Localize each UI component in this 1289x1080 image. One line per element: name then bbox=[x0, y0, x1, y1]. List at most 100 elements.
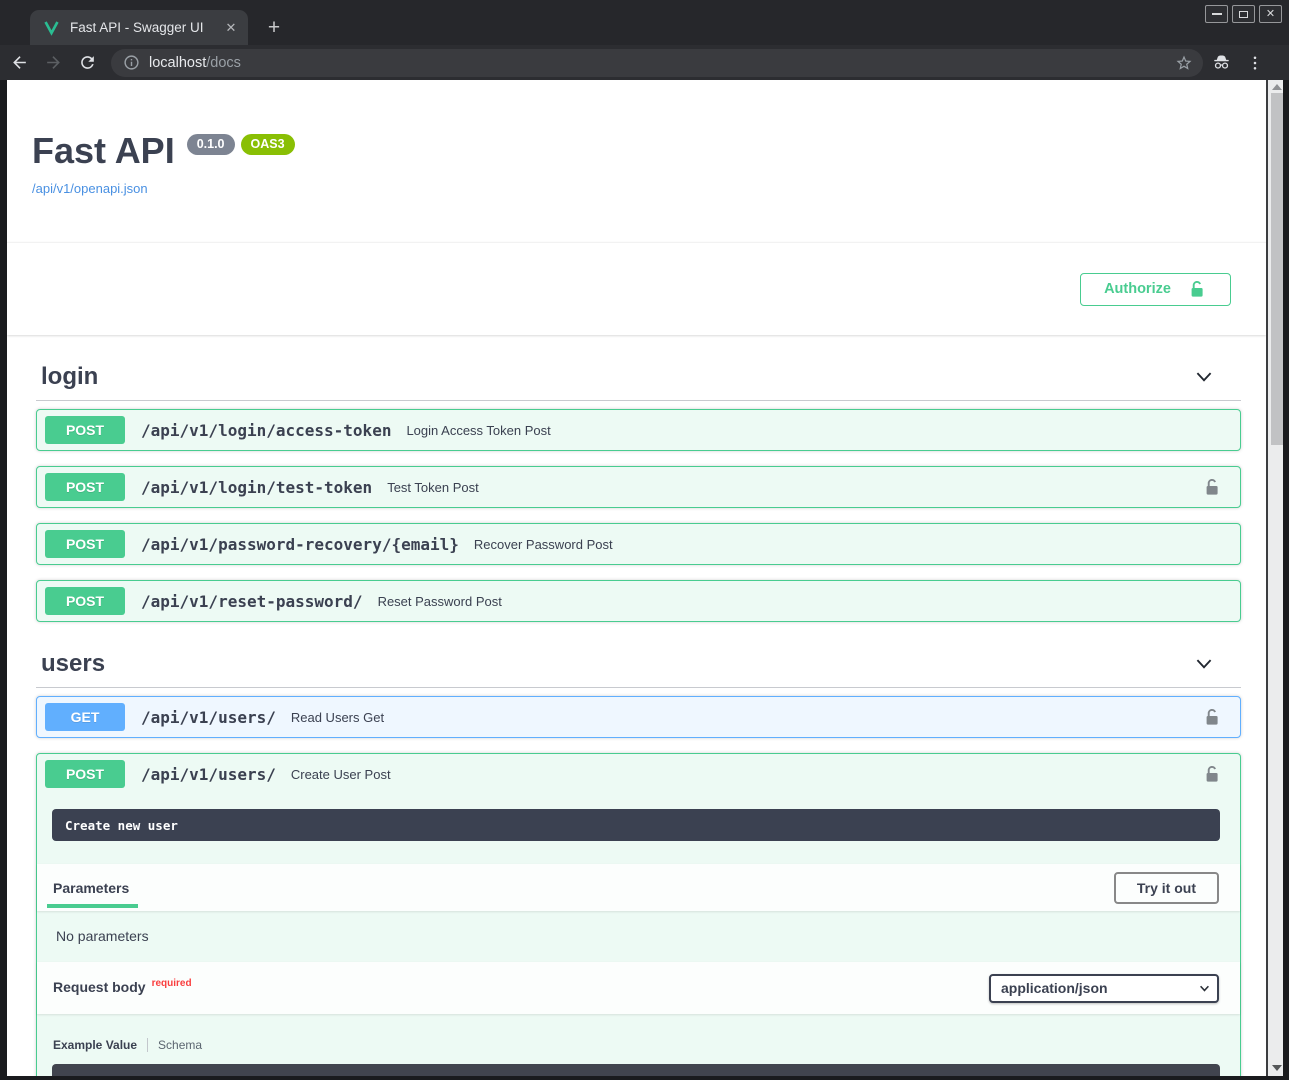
request-body-label: Request body bbox=[53, 979, 146, 995]
request-body-header: Request body required application/json bbox=[37, 962, 1240, 1014]
fastapi-favicon-icon bbox=[43, 19, 60, 36]
operation-path: /api/v1/login/test-token bbox=[141, 478, 372, 497]
operation-row[interactable]: POST /api/v1/login/access-token Login Ac… bbox=[36, 409, 1241, 451]
url-path: /docs bbox=[206, 55, 241, 71]
browser-toolbar: localhost/docs bbox=[0, 45, 1289, 80]
back-button[interactable] bbox=[4, 48, 34, 78]
method-badge: POST bbox=[45, 416, 125, 444]
operation-path: /api/v1/login/access-token bbox=[141, 421, 391, 440]
chevron-down-icon[interactable] bbox=[1193, 653, 1215, 675]
menu-dots-icon[interactable] bbox=[1246, 54, 1264, 72]
operation-summary: Create User Post bbox=[291, 767, 391, 782]
tag-header-login[interactable]: login bbox=[36, 363, 1241, 401]
example-tabs: Example Value Schema bbox=[53, 1038, 1220, 1052]
operation-row[interactable]: POST /api/v1/password-recovery/{email} R… bbox=[36, 523, 1241, 565]
browser-window: Fast API - Swagger UI ✕ + ✕ localhost/do… bbox=[0, 0, 1289, 1080]
tab-parameters[interactable]: Parameters bbox=[53, 864, 129, 911]
operation-row[interactable]: POST /api/v1/login/test-token Test Token… bbox=[36, 466, 1241, 508]
new-tab-button[interactable]: + bbox=[262, 17, 286, 41]
operations-wrapper: login POST /api/v1/login/access-token Lo… bbox=[7, 363, 1266, 1076]
tag-section-login: login POST /api/v1/login/access-token Lo… bbox=[36, 363, 1241, 622]
method-badge: GET bbox=[45, 703, 125, 731]
tag-name: login bbox=[41, 363, 98, 391]
tag-header-users[interactable]: users bbox=[36, 650, 1241, 688]
operation-description-bar: Create new user bbox=[52, 809, 1220, 841]
scrollbar-up-arrow[interactable] bbox=[1272, 84, 1282, 90]
method-badge: POST bbox=[45, 587, 125, 615]
operation-summary: Test Token Post bbox=[387, 480, 479, 495]
oas3-badge: OAS3 bbox=[241, 134, 295, 155]
browser-tab[interactable]: Fast API - Swagger UI ✕ bbox=[30, 10, 248, 45]
operation-summary-row[interactable]: POST /api/v1/users/ Create User Post bbox=[37, 754, 1240, 794]
address-bar[interactable]: localhost/docs bbox=[111, 49, 1203, 77]
scheme-container: Authorize bbox=[7, 242, 1266, 335]
method-badge: POST bbox=[45, 760, 125, 788]
site-info-icon[interactable] bbox=[123, 54, 140, 71]
operation-summary: Reset Password Post bbox=[378, 594, 502, 609]
minimize-button[interactable] bbox=[1205, 5, 1228, 23]
page-content: Fast API 0.1.0 OAS3 /api/v1/openapi.json… bbox=[7, 80, 1266, 1076]
operation-summary: Read Users Get bbox=[291, 710, 384, 725]
required-label: required bbox=[152, 978, 192, 989]
model-example: Example Value Schema { bbox=[53, 1038, 1220, 1076]
lock-icon bbox=[1202, 764, 1222, 784]
media-type-select[interactable]: application/json bbox=[989, 974, 1219, 1003]
forward-button[interactable] bbox=[38, 48, 68, 78]
browser-titlebar: Fast API - Swagger UI ✕ + ✕ bbox=[0, 0, 1289, 45]
operation-description: Create new user bbox=[65, 818, 178, 833]
tab-divider bbox=[147, 1038, 148, 1052]
try-it-out-button[interactable]: Try it out bbox=[1114, 872, 1219, 904]
example-code-block[interactable]: { bbox=[52, 1064, 1220, 1076]
incognito-icon bbox=[1211, 52, 1232, 73]
authorize-button[interactable]: Authorize bbox=[1080, 273, 1231, 306]
close-icon: ✕ bbox=[1266, 9, 1275, 20]
minimize-icon bbox=[1212, 13, 1222, 15]
operation-body: Create new user Parameters Try it out No… bbox=[37, 809, 1240, 1076]
reload-button[interactable] bbox=[72, 48, 102, 78]
page-title: Fast API bbox=[32, 130, 175, 172]
auth-lock-button[interactable] bbox=[1200, 762, 1224, 786]
request-body-label-group: Request body required bbox=[53, 979, 192, 997]
scrollbar-thumb[interactable] bbox=[1271, 93, 1283, 445]
operation-expanded: POST /api/v1/users/ Create User Post Cre… bbox=[36, 753, 1241, 1076]
operation-row[interactable]: POST /api/v1/reset-password/ Reset Passw… bbox=[36, 580, 1241, 622]
auth-lock-button[interactable] bbox=[1200, 705, 1224, 729]
operation-path: /api/v1/password-recovery/{email} bbox=[141, 535, 459, 554]
method-badge: POST bbox=[45, 473, 125, 501]
maximize-icon bbox=[1239, 11, 1248, 18]
parameters-header: Parameters Try it out bbox=[37, 864, 1240, 911]
authorize-label: Authorize bbox=[1104, 281, 1171, 297]
operation-summary: Login Access Token Post bbox=[406, 423, 550, 438]
openapi-spec-link[interactable]: /api/v1/openapi.json bbox=[32, 181, 148, 196]
tag-section-users: users GET /api/v1/users/ Read Users Get bbox=[36, 650, 1241, 1076]
tag-name: users bbox=[41, 650, 105, 678]
tab-example-value[interactable]: Example Value bbox=[53, 1038, 137, 1052]
bookmark-star-icon[interactable] bbox=[1175, 54, 1193, 72]
lock-icon bbox=[1202, 477, 1222, 497]
operation-row[interactable]: GET /api/v1/users/ Read Users Get bbox=[36, 696, 1241, 738]
page-scrollbar[interactable] bbox=[1266, 80, 1283, 1076]
lock-icon bbox=[1202, 707, 1222, 727]
scrollbar-down-arrow[interactable] bbox=[1272, 1065, 1282, 1071]
auth-lock-button[interactable] bbox=[1200, 475, 1224, 499]
no-parameters-text: No parameters bbox=[37, 911, 1240, 962]
media-type-select-wrap: application/json bbox=[989, 974, 1219, 1003]
method-badge: POST bbox=[45, 530, 125, 558]
api-info: Fast API 0.1.0 OAS3 /api/v1/openapi.json bbox=[7, 80, 1266, 198]
operation-path: /api/v1/users/ bbox=[141, 765, 276, 784]
tab-close-icon[interactable]: ✕ bbox=[222, 19, 240, 37]
unlock-icon bbox=[1187, 279, 1207, 299]
close-button[interactable]: ✕ bbox=[1259, 5, 1282, 23]
chevron-down-icon[interactable] bbox=[1193, 366, 1215, 388]
forward-icon bbox=[44, 53, 63, 72]
maximize-button[interactable] bbox=[1232, 5, 1255, 23]
operation-path: /api/v1/reset-password/ bbox=[141, 592, 363, 611]
version-badge: 0.1.0 bbox=[187, 134, 235, 155]
tab-title: Fast API - Swagger UI bbox=[70, 20, 222, 35]
tab-schema[interactable]: Schema bbox=[158, 1038, 202, 1052]
toolbar-right-icons bbox=[1211, 52, 1264, 73]
window-controls: ✕ bbox=[1205, 5, 1282, 23]
operation-summary: Recover Password Post bbox=[474, 537, 613, 552]
reload-icon bbox=[78, 53, 97, 72]
url-text: localhost/docs bbox=[149, 55, 1175, 71]
